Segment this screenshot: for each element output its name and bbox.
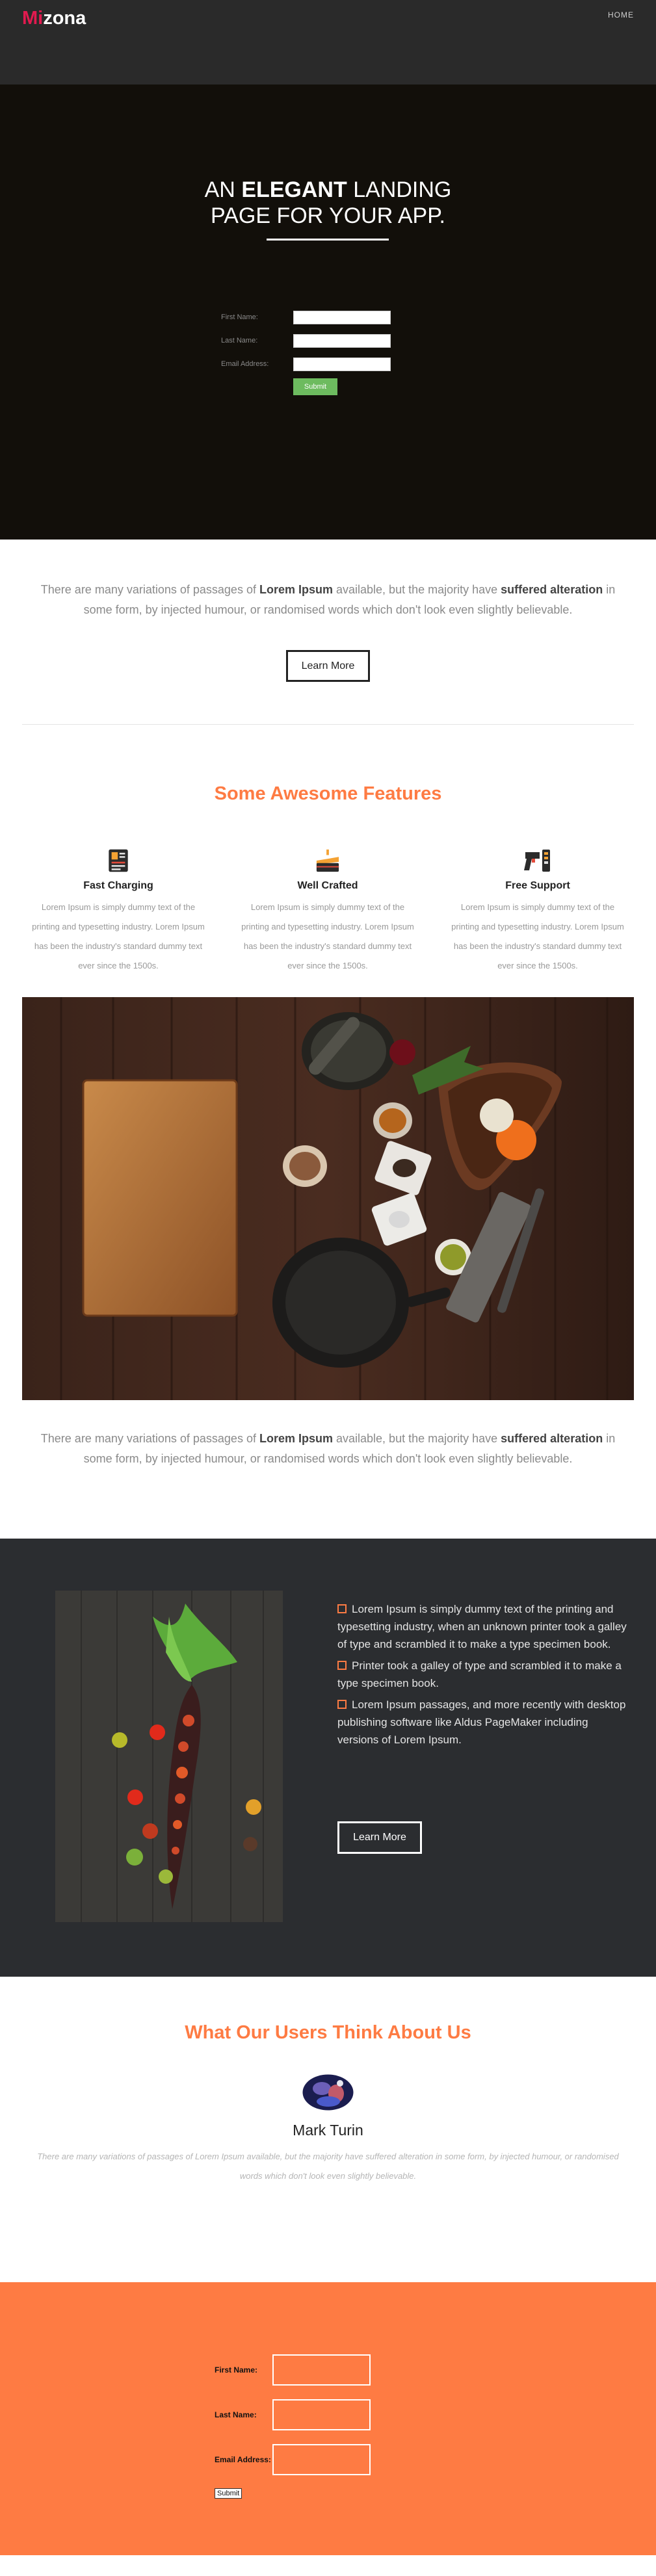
square-bullet-icon [337,1700,347,1709]
avatar [302,2074,354,2111]
feature-fast-charging: Fast Charging Lorem Ipsum is simply dumm… [31,848,206,976]
list-item: Lorem Ipsum passages, and more recently … [337,1698,626,1746]
intro-text-2: There are many variations of passages of… [40,1432,616,1465]
support-icon [524,850,550,872]
list-item: Printer took a galley of type and scramb… [337,1659,622,1689]
features-heading: Some Awesome Features [214,783,442,804]
intro-section-2: There are many variations of passages of… [0,1400,656,1539]
testimonial-name: Mark Turin [293,2122,363,2139]
email-label: Email Address: [221,360,269,368]
logo-text: zona [43,8,86,29]
testimonial-heading: What Our Users Think About Us [185,2022,471,2043]
signup-email-input[interactable] [272,2443,371,2475]
signup-section: First Name: Last Name: Email Address: Su… [0,2282,656,2555]
logo[interactable]: Mizona [22,8,86,29]
kitchen-table-image [22,997,634,1400]
testimonial-quote: There are many variations of passages of… [37,2152,619,2181]
charging-icon [109,849,128,872]
intro-text: There are many variations of passages of… [40,583,616,616]
feature-free-support: Free Support Lorem Ipsum is simply dummy… [450,848,625,976]
dark-feature-section: Lorem Ipsum is simply dummy text of the … [0,1539,656,1977]
learn-more-button-dark[interactable]: Learn More [337,1821,422,1854]
feature-well-crafted: Well Crafted Lorem Ipsum is simply dummy… [240,848,415,976]
carrot-image [55,1591,283,1922]
signup-last-name-label: Last Name: [215,2410,257,2419]
square-bullet-icon [337,1661,347,1670]
hero-signup-form: First Name: Last Name: Email Address: Su… [221,306,391,395]
hero-title: AN ELEGANT LANDING PAGE FOR YOUR APP. [204,177,452,228]
feature-title: Well Crafted [297,880,358,891]
signup-submit-button[interactable]: Submit [215,2488,243,2499]
cake-icon [316,849,339,872]
feature-text: Lorem Ipsum is simply dummy text of the … [32,902,205,970]
square-bullet-icon [337,1604,347,1613]
last-name-label: Last Name: [221,337,258,345]
hero-divider [267,239,389,241]
features-section: Some Awesome Features Fast Charging Lore… [0,725,656,997]
nav-home-link[interactable]: HOME [608,10,634,20]
feature-text: Lorem Ipsum is simply dummy text of the … [241,902,414,970]
signup-first-name-input[interactable] [272,2354,371,2386]
testimonial-section: What Our Users Think About Us Mark Turin… [0,1977,656,2282]
feature-text: Lorem Ipsum is simply dummy text of the … [451,902,624,970]
logo-mark: Mi [22,8,44,29]
hero-submit-button[interactable]: Submit [293,378,337,395]
last-name-input[interactable] [293,333,391,348]
first-name-input[interactable] [293,310,391,324]
signup-form: First Name: Last Name: Email Address: Su… [215,2347,371,2499]
signup-first-name-label: First Name: [215,2365,258,2374]
signup-email-label: Email Address: [215,2454,271,2464]
signup-last-name-input[interactable] [272,2399,371,2430]
kitchen-image-section [0,997,656,1400]
first-name-label: First Name: [221,313,258,321]
hero-title-emphasis: ELEGANT [241,177,347,202]
intro-section: There are many variations of passages of… [0,540,656,725]
email-input[interactable] [293,357,391,371]
learn-more-button[interactable]: Learn More [286,650,370,682]
feature-title: Fast Charging [83,880,153,891]
feature-bullet-list: Lorem Ipsum is simply dummy text of the … [337,1600,630,1752]
feature-title: Free Support [505,880,570,891]
list-item: Lorem Ipsum is simply dummy text of the … [337,1603,627,1650]
hero-section: AN ELEGANT LANDING PAGE FOR YOUR APP. Fi… [0,85,656,540]
top-nav: Mizona HOME [0,0,656,85]
